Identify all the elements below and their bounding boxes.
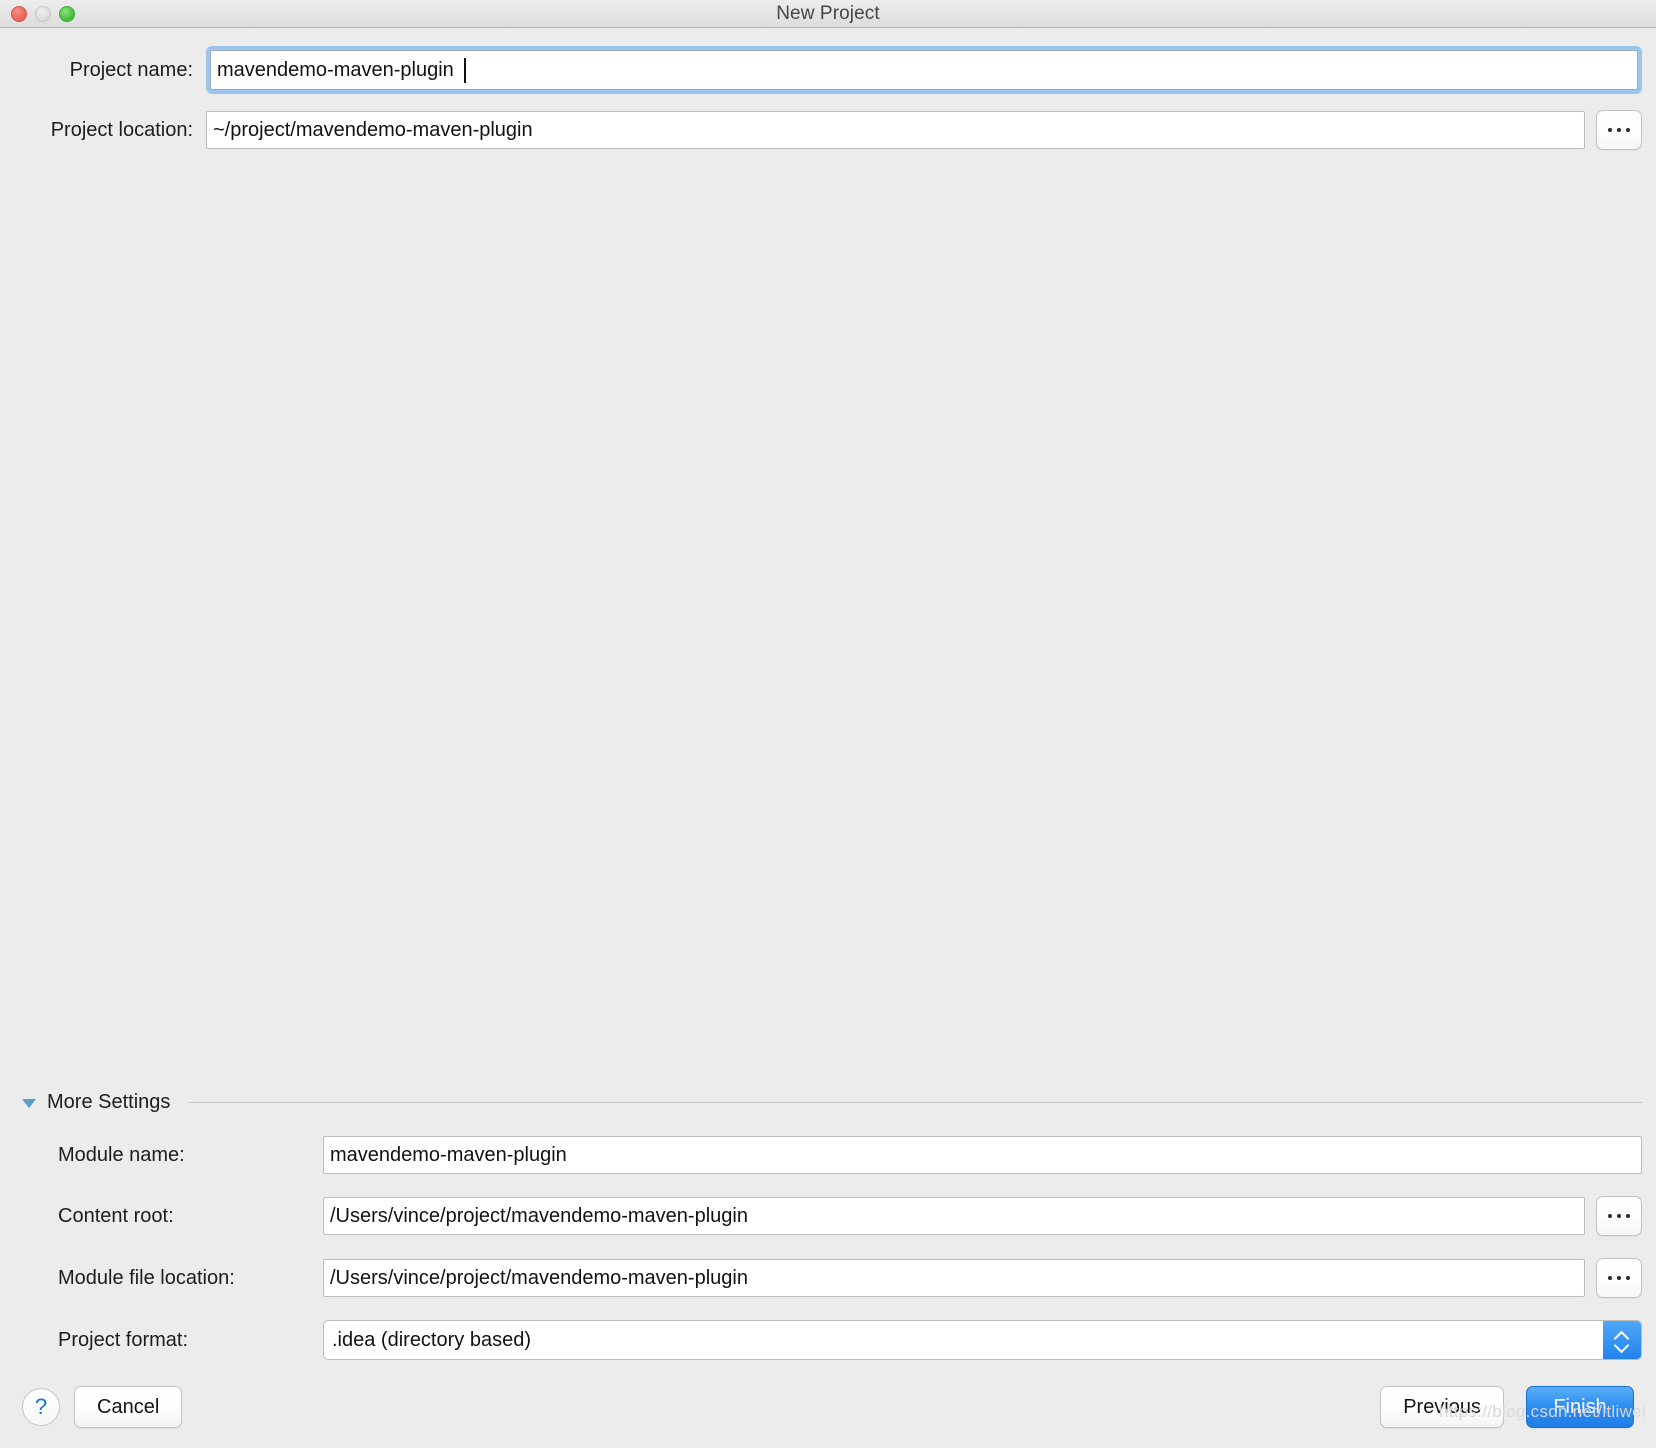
- content-root-input[interactable]: [323, 1197, 1585, 1235]
- footer-right-group: Previous Finish: [1380, 1386, 1634, 1428]
- more-settings-title: More Settings: [47, 1091, 171, 1113]
- window-title: New Project: [776, 2, 880, 24]
- project-location-input[interactable]: [206, 111, 1585, 149]
- ellipsis-icon: [1626, 128, 1630, 132]
- content-root-row: Content root:: [58, 1196, 1642, 1236]
- cancel-button[interactable]: Cancel: [74, 1386, 183, 1428]
- dialog-content: Project name: Project location:: [0, 28, 1656, 1448]
- clipped-bottom-text: GHI19 DOI 2020 EE FDAEDAAFAEE GDAGG: [6, 1442, 363, 1447]
- project-fields-section: Project name: Project location:: [0, 28, 1656, 150]
- project-format-value: .idea (directory based): [332, 1329, 531, 1351]
- close-button[interactable]: [11, 5, 27, 22]
- title-bar: New Project: [0, 0, 1656, 28]
- chevron-down-icon[interactable]: [22, 1099, 36, 1108]
- more-settings-section: More Settings Module name: Content root:: [0, 1091, 1656, 1360]
- content-root-browse-button[interactable]: [1596, 1196, 1642, 1236]
- project-name-label: Project name:: [69, 58, 193, 81]
- module-file-location-row: Module file location:: [58, 1258, 1642, 1298]
- module-file-location-browse-button[interactable]: [1596, 1258, 1642, 1298]
- ellipsis-icon: [1617, 1276, 1621, 1280]
- ellipsis-icon: [1626, 1276, 1630, 1280]
- maximize-button[interactable]: [59, 5, 75, 22]
- more-settings-header[interactable]: More Settings: [22, 1091, 1642, 1114]
- help-button[interactable]: ?: [22, 1388, 60, 1426]
- finish-button[interactable]: Finish: [1526, 1386, 1634, 1428]
- ellipsis-icon: [1617, 128, 1621, 132]
- project-name-row: Project name:: [14, 46, 1642, 94]
- module-file-location-label: Module file location:: [58, 1266, 235, 1289]
- new-project-dialog: New Project Project name: Project locati…: [0, 0, 1656, 1448]
- dialog-footer: ? Cancel Previous Finish: [0, 1360, 1656, 1448]
- project-name-input[interactable]: [210, 50, 1638, 90]
- module-name-label: Module name:: [58, 1143, 185, 1166]
- ellipsis-icon: [1608, 1276, 1612, 1280]
- project-location-label: Project location:: [50, 118, 193, 141]
- content-root-label: Content root:: [58, 1204, 174, 1227]
- project-name-focus-ring: [206, 46, 1642, 94]
- module-name-row: Module name:: [58, 1136, 1642, 1174]
- project-format-label: Project format:: [58, 1328, 189, 1351]
- chevron-down-icon[interactable]: [1615, 1341, 1629, 1349]
- ellipsis-icon: [1608, 128, 1612, 132]
- module-name-input[interactable]: [323, 1136, 1642, 1174]
- footer-left-group: ? Cancel: [22, 1386, 183, 1428]
- clipped-bottom-strip: GHI19 DOI 2020 EE FDAEDAAFAEE GDAGG: [0, 1442, 1656, 1448]
- more-settings-rows: Module name: Content root: Module file l…: [22, 1136, 1642, 1360]
- project-location-browse-button[interactable]: [1596, 110, 1642, 150]
- window-controls: [11, 0, 75, 27]
- project-format-select[interactable]: .idea (directory based): [323, 1320, 1642, 1360]
- ellipsis-icon: [1608, 1214, 1612, 1218]
- project-format-row: Project format: .idea (directory based): [58, 1320, 1642, 1360]
- empty-panel-area: [0, 150, 1656, 1091]
- minimize-button[interactable]: [35, 5, 51, 22]
- project-location-row: Project location:: [14, 110, 1642, 150]
- section-divider: [189, 1102, 1642, 1103]
- ellipsis-icon: [1626, 1214, 1630, 1218]
- previous-button[interactable]: Previous: [1380, 1386, 1504, 1428]
- project-format-stepper[interactable]: [1603, 1321, 1641, 1359]
- ellipsis-icon: [1617, 1214, 1621, 1218]
- text-caret: [464, 58, 466, 83]
- module-file-location-input[interactable]: [323, 1259, 1585, 1297]
